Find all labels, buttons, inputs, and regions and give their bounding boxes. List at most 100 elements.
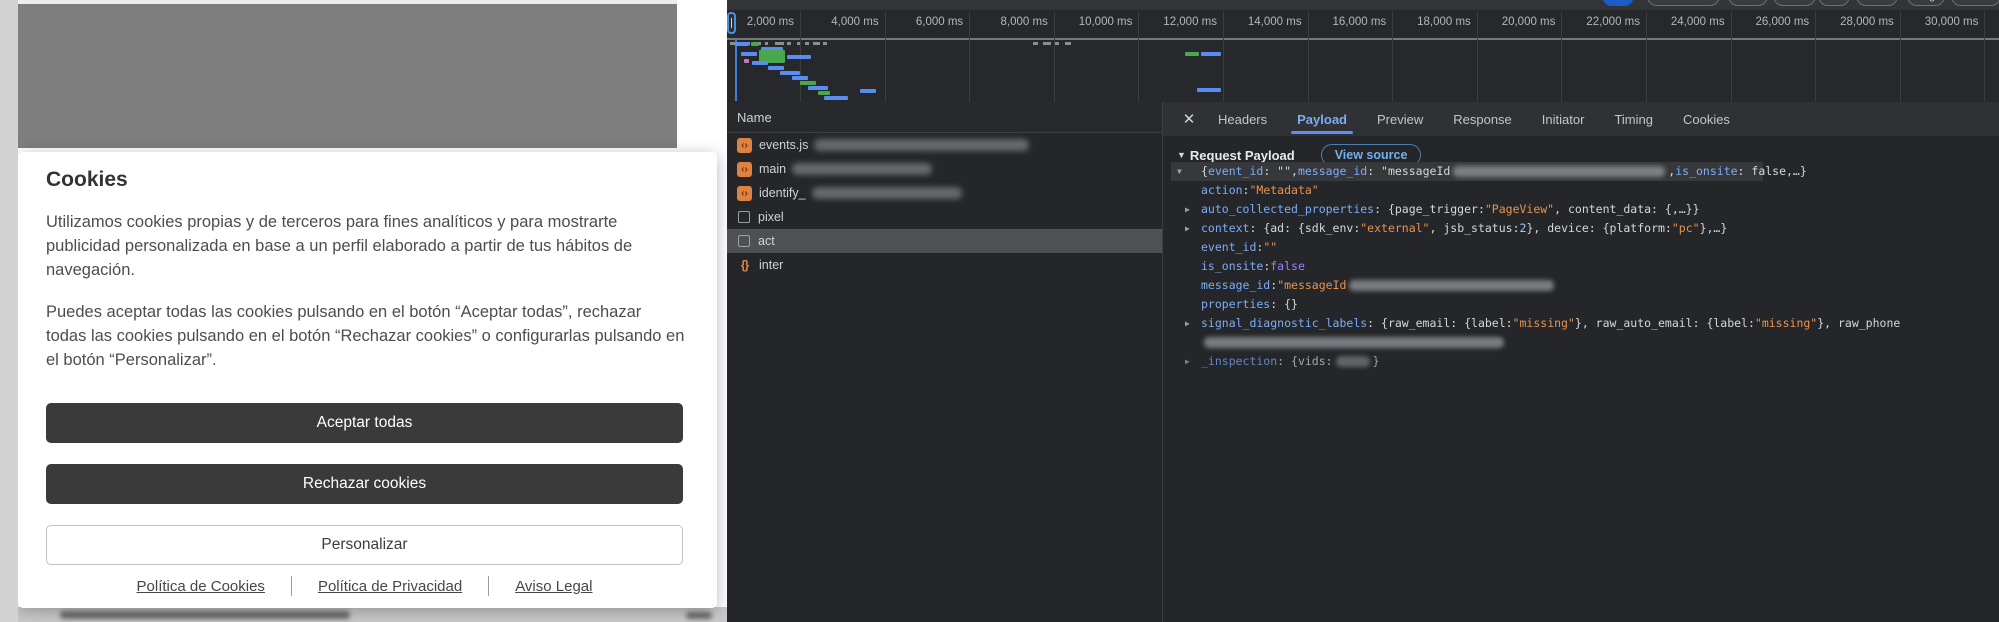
timeline-tick-label: 6,000 ms (915, 16, 964, 28)
filter-pill-js[interactable]: JS (1817, 0, 1851, 6)
script-file-icon: ‹› (737, 185, 752, 201)
request-row-act[interactable]: act (727, 229, 1162, 253)
timeline-tick-label: 20,000 ms (1501, 16, 1556, 28)
waterfall-bar (780, 71, 800, 75)
payload-value: },…} (1699, 221, 1728, 235)
request-row-eventsjs[interactable]: ‹› events.js (727, 133, 1162, 157)
filter-pill-font[interactable]: Font (1856, 0, 1899, 6)
payload-line[interactable]: properties: {} (1171, 295, 1999, 314)
collapsed-triangle-icon[interactable]: ▶ (1185, 314, 1190, 333)
request-name-label: act (758, 234, 775, 248)
payload-tree: ▼{event_id: "", message_id: "messageId, … (1171, 162, 1999, 371)
payload-value: : {vids: (1277, 354, 1333, 368)
payload-line[interactable]: event_id: "" (1171, 238, 1999, 257)
request-row-identify[interactable]: ‹› identify_ (727, 181, 1162, 205)
payload-line[interactable]: ▶ context: {ad: {sdk_env: "external", jsb… (1171, 219, 1999, 238)
payload-value: : {raw_email: {label: (1367, 316, 1513, 330)
legal-link[interactable]: Aviso Legal (515, 578, 592, 595)
waterfall-bar (744, 59, 749, 63)
tab-payload[interactable]: Payload (1291, 102, 1353, 136)
payload-value: : "messageId (1367, 164, 1451, 178)
page-scrollbar-strip[interactable] (0, 0, 18, 622)
payload-value: "missing" (1512, 316, 1575, 330)
waterfall-bar (1185, 52, 1199, 56)
payload-key: event_id (1201, 240, 1257, 254)
tab-response[interactable]: Response (1449, 102, 1516, 136)
payload-value: , (1668, 164, 1676, 178)
request-row-inter[interactable]: {} inter (727, 253, 1162, 277)
payload-line[interactable]: action: "Metadata" (1171, 181, 1999, 200)
request-name-label: pixel (758, 210, 784, 224)
screen: Cookies Utilizamos cookies propias y de … (0, 0, 1999, 622)
blurred-value (1349, 280, 1555, 291)
timeline-tick-label: 4,000 ms (831, 16, 879, 28)
payload-value: , content_data: {,…}} (1554, 202, 1700, 216)
timeline-tick-label: 24,000 ms (1670, 16, 1725, 28)
request-details-pane: ✕ Headers Payload Preview Response Initiator… (1163, 102, 1999, 622)
tab-timing[interactable]: Timing (1610, 102, 1657, 136)
expanded-triangle-icon[interactable]: ▼ (1177, 162, 1182, 181)
activity-tick (797, 42, 800, 45)
filter-pill-img[interactable]: Img (1906, 0, 1946, 6)
blurred-footer-text (686, 612, 712, 619)
payload-key: _inspection (1201, 354, 1278, 368)
tab-initiator[interactable]: Initiator (1538, 102, 1589, 136)
payload-value: "messageId (1277, 278, 1347, 292)
payload-line[interactable]: ▶ auto_collected_properties: {page_trigge… (1171, 200, 1999, 219)
waterfall-bar (787, 55, 811, 59)
json-braces-icon: {} (740, 258, 749, 272)
blurred-url-text (811, 187, 962, 199)
payload-line[interactable]: is_onsite: false (1171, 257, 1999, 276)
timeline-tick-label: 26,000 ms (1755, 16, 1810, 28)
filter-pill-all[interactable]: All (1602, 0, 1635, 6)
request-name-label: main (759, 162, 787, 176)
web-page-pane: Cookies Utilizamos cookies propias y de … (0, 0, 727, 622)
payload-line[interactable] (1171, 333, 1999, 352)
activity-tick (823, 42, 827, 45)
waterfall-bar (860, 89, 876, 93)
payload-value: } (1372, 354, 1380, 368)
filter-pill-css[interactable]: CSS (1773, 0, 1816, 6)
close-icon[interactable]: ✕ (1175, 110, 1203, 128)
payload-value: : (1256, 240, 1264, 254)
timeline-tick-label: 22,000 ms (1586, 16, 1640, 28)
page-top-edge (18, 0, 677, 4)
payload-value: }, raw_auto_email: {label: (1574, 316, 1755, 330)
collapse-triangle-icon[interactable]: ▼ (1177, 150, 1186, 160)
payload-line[interactable]: message_id: "messageId (1171, 276, 1999, 295)
name-column-header[interactable]: Name (727, 102, 1162, 133)
payload-line[interactable]: ▼{event_id: "", message_id: "messageId, … (1171, 162, 1807, 181)
collapsed-triangle-icon[interactable]: ▶ (1185, 219, 1190, 238)
filter-pill-fetchxhr[interactable]: Fetch/XHR (1646, 0, 1721, 6)
tab-headers[interactable]: Headers (1214, 102, 1271, 136)
reject-cookies-button[interactable]: Rechazar cookies (46, 464, 683, 504)
payload-value: "Metadata" (1249, 183, 1319, 197)
network-overview-timeline[interactable]: 2,000 ms 4,000 ms 6,000 ms 8,000 ms 10,000 m… (727, 10, 1999, 102)
customize-button[interactable]: Personalizar (46, 525, 683, 565)
request-name-label: inter (759, 258, 784, 272)
payload-value: : {page_trigger: (1374, 202, 1485, 216)
payload-value: false (1270, 259, 1305, 273)
legal-link[interactable]: Política de Cookies (137, 578, 265, 595)
filter-pill-doc[interactable]: Doc (1728, 0, 1768, 6)
overview-divider (727, 38, 1999, 40)
payload-line[interactable]: ▶ _inspection: {vids: } (1171, 352, 1999, 371)
request-row-main[interactable]: ‹› main (727, 157, 1162, 181)
accept-all-button[interactable]: Aceptar todas (46, 403, 683, 443)
waterfall-bar (818, 91, 830, 95)
legal-link[interactable]: Política de Privacidad (318, 578, 462, 595)
collapsed-triangle-icon[interactable]: ▶ (1185, 352, 1190, 371)
payload-value: : (1263, 259, 1271, 273)
blurred-footer-text (60, 611, 350, 619)
filter-pill-media[interactable]: Media (1951, 0, 1999, 6)
activity-tick (813, 42, 820, 45)
request-row-pixel[interactable]: pixel (727, 205, 1162, 229)
payload-value: }, device: {platform: (1526, 221, 1672, 235)
tab-cookies[interactable]: Cookies (1679, 102, 1734, 136)
waterfall-bar (735, 42, 749, 46)
tab-preview[interactable]: Preview (1373, 102, 1427, 136)
collapsed-triangle-icon[interactable]: ▶ (1185, 200, 1190, 219)
payload-line[interactable]: ▶ signal_diagnostic_labels: {raw_email: {… (1171, 314, 1999, 333)
request-payload-title: Request Payload (1189, 147, 1295, 163)
waterfall-bar (752, 61, 768, 65)
